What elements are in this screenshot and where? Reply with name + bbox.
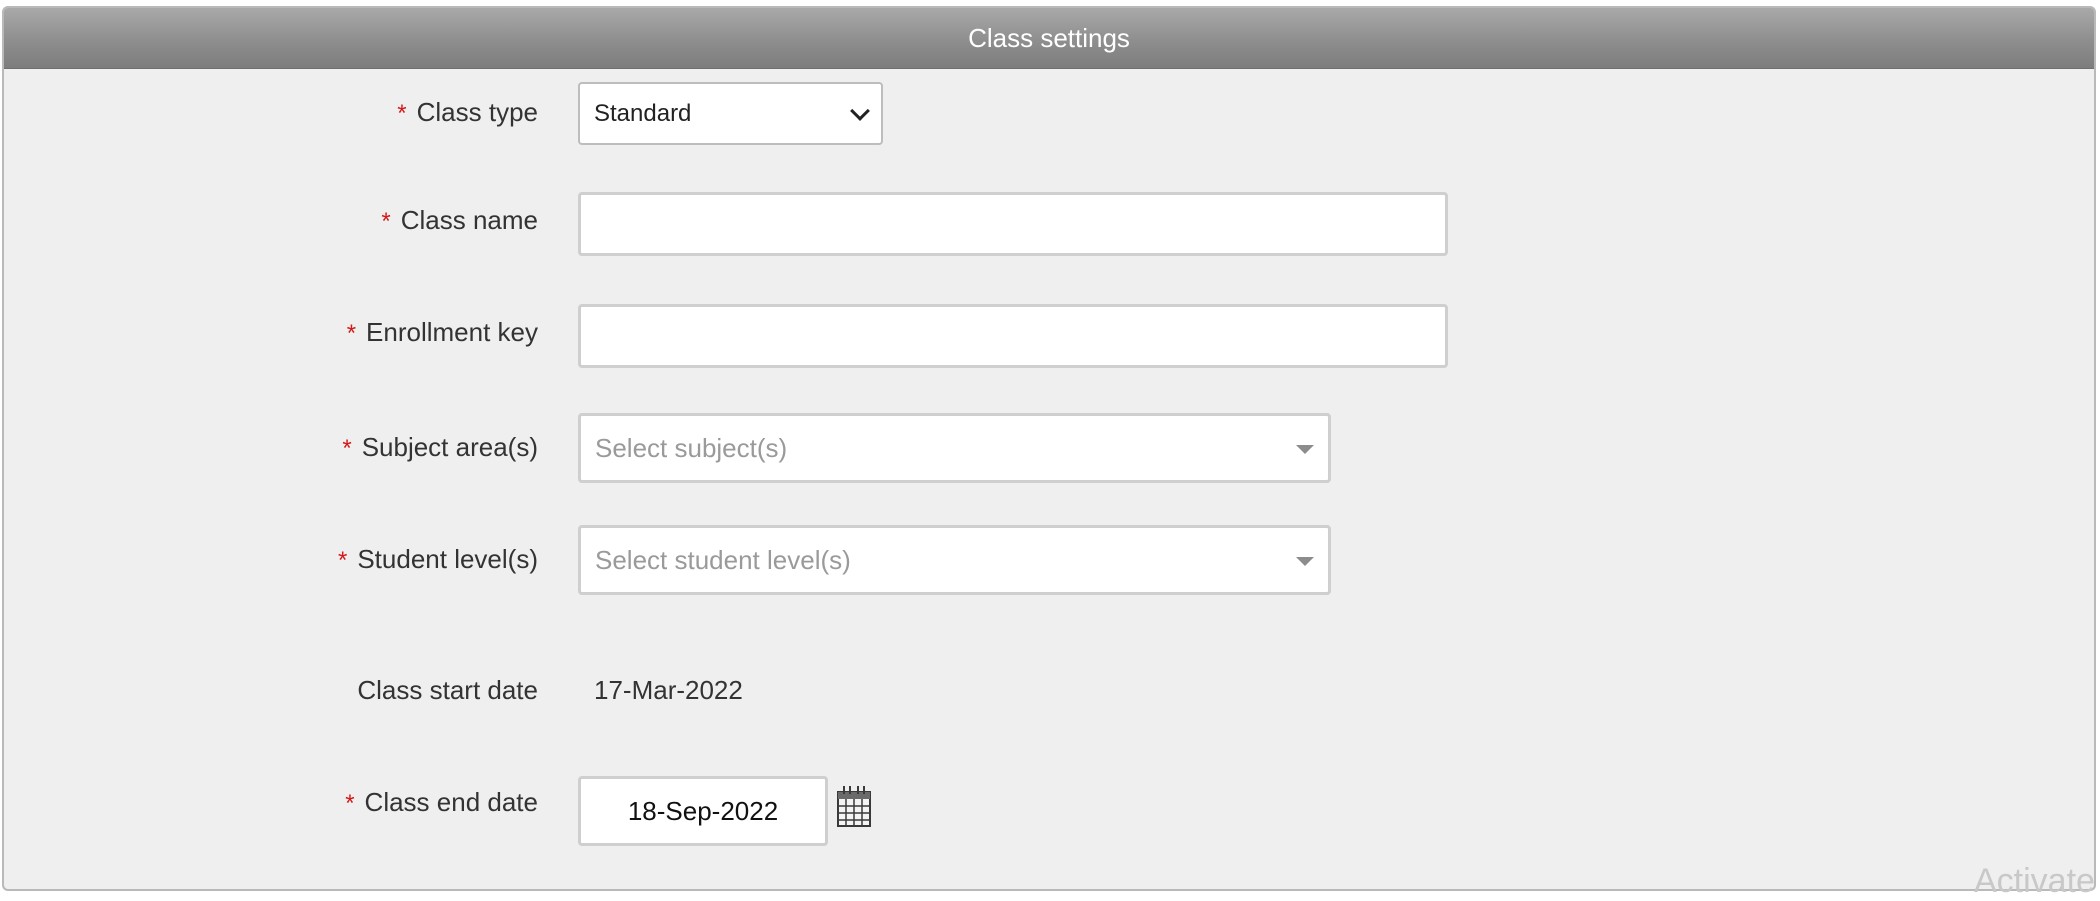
chevron-down-icon: [850, 101, 870, 121]
required-marker: *: [338, 547, 348, 574]
class-name-input[interactable]: [578, 192, 1448, 256]
class-type-select[interactable]: Standard: [578, 82, 883, 145]
class-name-label-text: Class name: [400, 205, 538, 235]
class-end-date-value: 18-Sep-2022: [627, 795, 779, 826]
subject-areas-select[interactable]: Select subject(s): [578, 413, 1331, 483]
triangle-down-icon: [1296, 557, 1314, 566]
class-end-date-label: * Class end date: [345, 786, 538, 820]
student-levels-select[interactable]: Select student level(s): [578, 525, 1331, 595]
student-levels-placeholder: Select student level(s): [595, 544, 851, 575]
enrollment-key-input[interactable]: [578, 304, 1448, 368]
activate-watermark: Activate: [1974, 862, 2095, 900]
calendar-icon[interactable]: [836, 784, 872, 828]
class-end-date-input[interactable]: 18-Sep-2022: [578, 776, 828, 846]
required-marker: *: [397, 100, 407, 127]
subject-areas-label-text: Subject area(s): [361, 432, 538, 462]
required-marker: *: [342, 435, 352, 462]
panel-title: Class settings: [4, 8, 2094, 69]
required-marker: *: [346, 320, 357, 347]
class-type-label-text: Class type: [416, 97, 538, 127]
class-start-date-value: 17-Mar-2022: [594, 675, 743, 705]
class-end-date-label-text: Class end date: [364, 787, 538, 817]
class-name-label: * Class name: [381, 204, 538, 238]
class-type-value: Standard: [594, 99, 692, 127]
student-levels-label-text: Student level(s): [357, 544, 538, 574]
subject-areas-placeholder: Select subject(s): [595, 432, 788, 463]
required-marker: *: [381, 208, 391, 235]
class-settings-panel: Class settings * Class type Standard * Cla…: [2, 6, 2096, 891]
required-marker: *: [345, 790, 355, 817]
student-levels-label: * Student level(s): [338, 543, 538, 577]
enrollment-key-label-text: Enrollment key: [366, 317, 538, 347]
enrollment-key-label: * Enrollment key: [347, 316, 538, 350]
class-type-label: * Class type: [397, 96, 538, 130]
class-start-date-label: Class start date: [357, 675, 538, 705]
subject-areas-label: * Subject area(s): [342, 431, 538, 465]
triangle-down-icon: [1296, 445, 1314, 454]
